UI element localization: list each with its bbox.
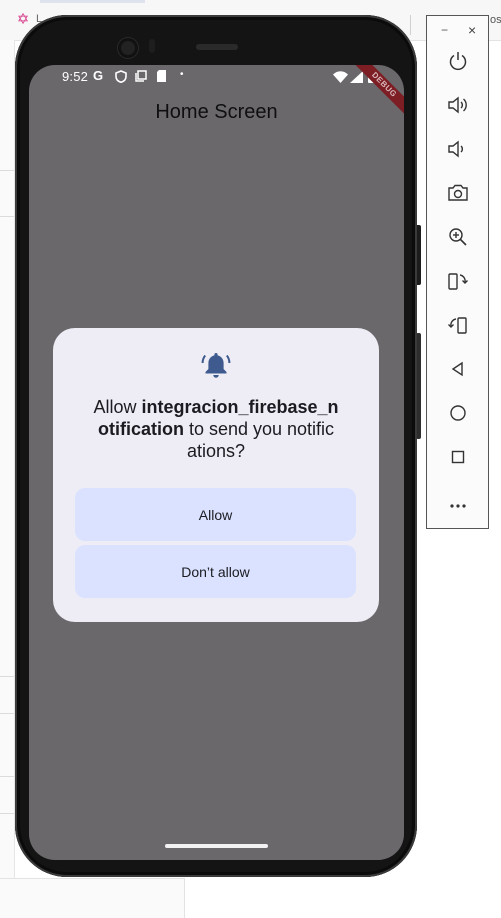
- ide-logo-icon: ✡: [16, 11, 30, 28]
- volume-up-button[interactable]: [427, 91, 488, 123]
- emulator-phone-frame: 9:52 G • DEBUG Home Screen Allow integra…: [15, 15, 421, 877]
- volume-down-icon: [447, 139, 469, 164]
- ide-left-pane: [0, 40, 15, 917]
- home-icon: [449, 404, 467, 427]
- cell-signal-icon: [350, 71, 363, 86]
- volume-up-icon: [447, 95, 469, 120]
- gesture-home-bar[interactable]: [165, 844, 268, 848]
- message-prefix: Allow: [93, 397, 142, 417]
- home-button[interactable]: [427, 399, 488, 431]
- dialog-message: Allow integracion_firebase_notification …: [93, 396, 339, 462]
- emulator-window-controls: − ×: [441, 22, 481, 39]
- overview-button[interactable]: [427, 443, 488, 475]
- dont-allow-button[interactable]: Don’t allow: [75, 545, 356, 598]
- sd-card-icon: [156, 70, 167, 85]
- close-button[interactable]: ×: [468, 22, 476, 38]
- power-icon: [448, 51, 468, 76]
- phone-volume-button[interactable]: [417, 225, 421, 285]
- rotate-right-button[interactable]: [427, 311, 488, 343]
- rotate-right-icon: [447, 315, 469, 340]
- shield-icon: [115, 70, 127, 86]
- ide-divider-line: [0, 813, 14, 814]
- overview-icon: [450, 449, 466, 470]
- notification-permission-dialog: Allow integracion_firebase_notification …: [53, 328, 379, 622]
- rotate-left-icon: [447, 271, 469, 296]
- ide-divider-line: [0, 776, 14, 777]
- more-button[interactable]: [427, 487, 488, 519]
- notification-dot-icon: •: [180, 69, 184, 80]
- earpiece-speaker: [196, 44, 238, 50]
- camera-icon: [447, 184, 469, 207]
- ide-divider-line: [0, 713, 14, 714]
- back-button[interactable]: [427, 355, 488, 387]
- emulator-toolbar: − ×: [426, 15, 489, 529]
- more-icon: [449, 493, 467, 514]
- ide-divider-line: [0, 676, 14, 677]
- proximity-sensor: [149, 39, 155, 53]
- ide-right-label: os: [490, 14, 501, 26]
- google-g-icon: G: [93, 68, 104, 83]
- ide-divider-line: [0, 216, 14, 217]
- device-screen[interactable]: 9:52 G • DEBUG Home Screen Allow integra…: [29, 65, 404, 860]
- power-button[interactable]: [427, 47, 488, 79]
- status-time: 9:52: [62, 69, 89, 84]
- allow-button[interactable]: Allow: [75, 488, 356, 541]
- ide-tab-indicator: [40, 0, 145, 3]
- zoom-icon: [448, 227, 468, 252]
- zoom-button[interactable]: [427, 223, 488, 255]
- page-title: Home Screen: [155, 101, 278, 123]
- volume-down-button[interactable]: [427, 135, 488, 167]
- back-icon: [450, 361, 466, 382]
- ide-divider: [410, 15, 411, 35]
- minimize-button[interactable]: −: [441, 23, 448, 37]
- rotate-left-button[interactable]: [427, 267, 488, 299]
- wifi-icon: [333, 71, 348, 86]
- ide-divider-line: [0, 170, 14, 171]
- front-camera: [118, 38, 138, 58]
- screenshot-button[interactable]: [427, 179, 488, 211]
- notification-bell-icon: [201, 350, 231, 380]
- message-suffix: to send you notifications?: [183, 419, 335, 461]
- screenshot-icon: [135, 70, 147, 85]
- ide-bottom-pane: [0, 878, 185, 918]
- status-bar: 9:52 G •: [29, 65, 404, 89]
